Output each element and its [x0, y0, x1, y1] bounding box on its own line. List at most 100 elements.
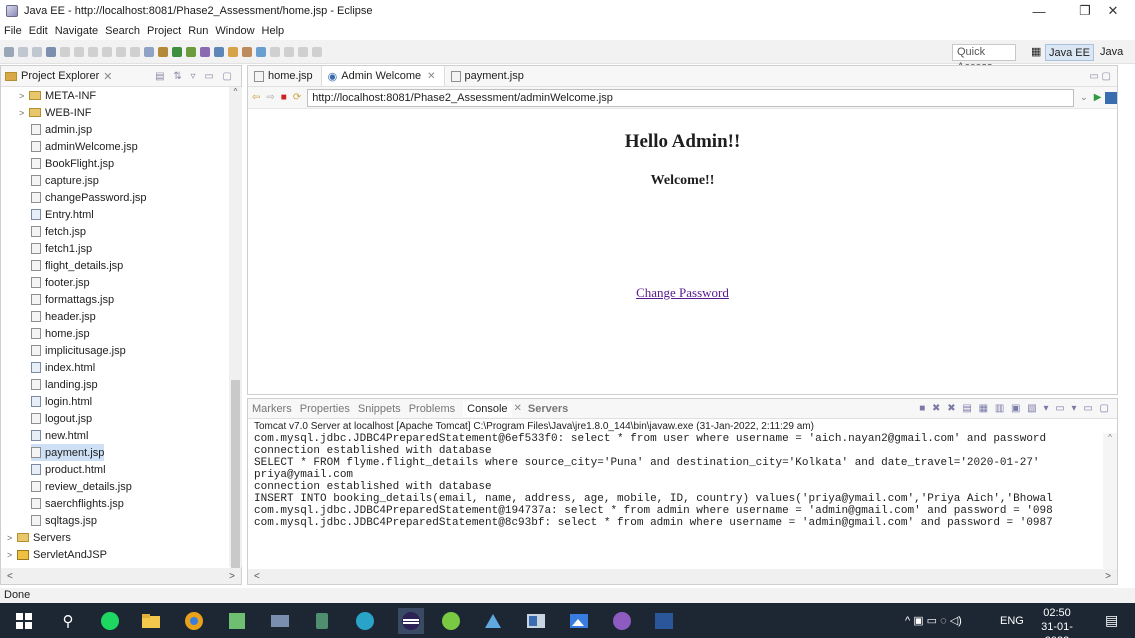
eclipse-taskbar-icon[interactable]	[398, 608, 424, 634]
tree-item[interactable]: index.html	[31, 359, 95, 376]
run-external-icon[interactable]	[186, 46, 196, 57]
open-perspective-icon[interactable]: ▦	[1028, 44, 1044, 61]
scroll-left-icon[interactable]: <	[7, 571, 13, 582]
expand-arrow-icon[interactable]: >	[7, 567, 17, 568]
system-clock[interactable]: 02:50 31-01-2022	[1030, 606, 1084, 638]
tree-item[interactable]: new.html	[31, 427, 88, 444]
tab-properties[interactable]: Properties	[300, 403, 350, 415]
new-class-icon[interactable]	[214, 46, 224, 57]
scroll-left-icon[interactable]: <	[254, 571, 260, 582]
tree-item[interactable]: > META-INF	[19, 87, 96, 104]
windows-start-icon[interactable]	[14, 611, 34, 631]
menu-help[interactable]: Help	[262, 25, 285, 37]
console-output[interactable]: com.mysql.jdbc.JDBC4PreparedStatement@6e…	[248, 433, 1103, 569]
menu-project[interactable]: Project	[147, 25, 181, 37]
explorer-scroll-thumb[interactable]	[231, 380, 240, 568]
new-icon[interactable]	[4, 46, 14, 57]
tree-item[interactable]: changePassword.jsp	[31, 189, 147, 206]
tab-console[interactable]: Console	[463, 400, 512, 417]
console-horizontal-scrollbar[interactable]: < >	[248, 569, 1117, 584]
tree-item[interactable]: Entry.html	[31, 206, 94, 223]
console-toolbar[interactable]: ■ ✖ ✖ ▤ ▦ ▥ ▣ ▧ ▾ ▭ ▾ ▭ ▢	[919, 403, 1117, 414]
prev-annotation-icon[interactable]	[284, 46, 294, 57]
tab-problems[interactable]: Problems	[409, 403, 455, 415]
chrome-icon[interactable]	[184, 611, 204, 631]
menu-search[interactable]: Search	[105, 25, 140, 37]
tree-item[interactable]: saerchflights.jsp	[31, 495, 124, 512]
tree-item[interactable]: review_details.jsp	[31, 478, 132, 495]
tree-item[interactable]: BookFlight.jsp	[31, 155, 114, 172]
project-explorer-tab[interactable]: Project Explorer ✕ ▤ ⇅ ▿ ▭ ▢	[1, 66, 241, 87]
go-icon[interactable]: ▶	[1094, 92, 1102, 103]
perspective-java-ee[interactable]: Java EE	[1045, 44, 1094, 61]
annotation-icon[interactable]	[270, 46, 280, 57]
server-icon[interactable]	[200, 46, 210, 57]
run-icon[interactable]	[172, 46, 182, 57]
breakpoint-icon[interactable]	[130, 46, 140, 57]
print-icon[interactable]	[46, 46, 56, 57]
tree-item[interactable]: login.html	[31, 393, 92, 410]
tree-item[interactable]: logout.jsp	[31, 410, 92, 427]
close-tab-icon[interactable]: ✕	[427, 71, 435, 82]
tab-payment-jsp[interactable]: payment.jsp	[445, 66, 532, 86]
expand-arrow-icon[interactable]: >	[7, 550, 17, 560]
tree-item[interactable]: > Servers	[7, 529, 71, 546]
github-icon[interactable]	[612, 611, 632, 631]
scroll-right-icon[interactable]: >	[229, 571, 235, 582]
tree-item[interactable]: > ServletAndJSP	[7, 546, 107, 563]
tab-markers[interactable]: Markers	[252, 403, 292, 415]
scroll-up-icon[interactable]: ^	[229, 87, 242, 96]
tree-item[interactable]: admin.jsp	[31, 121, 92, 138]
cut-icon[interactable]	[60, 46, 70, 57]
wizard-icon[interactable]	[144, 46, 154, 57]
tab-snippets[interactable]: Snippets	[358, 403, 401, 415]
menu-window[interactable]: Window	[215, 25, 254, 37]
input-language[interactable]: ENG	[1000, 603, 1024, 638]
explorer-vertical-scrollbar[interactable]: ^	[229, 87, 242, 568]
save-icon[interactable]	[18, 46, 28, 57]
explorer-view-controls[interactable]: ▤ ⇅ ▿ ▭ ▢	[155, 71, 241, 82]
tree-item[interactable]: > ServletConcept	[7, 563, 108, 567]
search-icon[interactable]: ⚲	[58, 611, 78, 631]
tree-item[interactable]: product.html	[31, 461, 106, 478]
file-explorer-icon[interactable]	[141, 611, 161, 631]
tree-item[interactable]: formattags.jsp	[31, 291, 114, 308]
scroll-right-icon[interactable]: >	[1105, 571, 1111, 582]
tree-item[interactable]: sqltags.jsp	[31, 512, 97, 529]
stop-icon[interactable]: ■	[281, 92, 287, 103]
edge-icon[interactable]	[355, 611, 375, 631]
expand-arrow-icon[interactable]: >	[7, 533, 17, 543]
app-window-icon[interactable]	[526, 611, 546, 631]
change-password-link[interactable]: Change Password	[248, 285, 1117, 301]
redo-icon[interactable]	[88, 46, 98, 57]
tree-item[interactable]: home.jsp	[31, 325, 90, 342]
tree-item[interactable]: payment.jsp	[31, 444, 105, 461]
tree-item[interactable]: header.jsp	[31, 308, 96, 325]
menu-edit[interactable]: Edit	[29, 25, 48, 37]
tree-item[interactable]: fetch1.jsp	[31, 240, 92, 257]
nav-icon[interactable]	[116, 46, 126, 57]
app-green-icon[interactable]	[312, 611, 332, 631]
open-type-icon[interactable]	[228, 46, 238, 57]
photos-icon[interactable]	[569, 611, 589, 631]
tab-home-jsp[interactable]: home.jsp	[248, 66, 321, 86]
search-file-icon[interactable]	[256, 46, 266, 57]
url-dropdown-icon[interactable]: ⌄	[1080, 92, 1088, 103]
open-task-icon[interactable]	[242, 46, 252, 57]
tree-item[interactable]: fetch.jsp	[31, 223, 86, 240]
search-icon[interactable]	[102, 46, 112, 57]
debug-icon[interactable]	[158, 46, 168, 57]
tree-item[interactable]: capture.jsp	[31, 172, 99, 189]
tray-icons[interactable]: ^ ▣ ▭ ◌ ◁)	[905, 603, 962, 638]
url-input[interactable]: http://localhost:8081/Phase2_Assessment/…	[307, 88, 1075, 107]
editor-view-controls[interactable]: ▭ ▢	[1089, 66, 1117, 86]
save-all-icon[interactable]	[32, 46, 42, 57]
minimize-button[interactable]: —	[1017, 0, 1061, 22]
app-pen-icon[interactable]	[483, 611, 503, 631]
menu-navigate[interactable]: Navigate	[55, 25, 98, 37]
tree-item[interactable]: adminWelcome.jsp	[31, 138, 138, 155]
tree-item[interactable]: > WEB-INF	[19, 104, 91, 121]
perspective-java[interactable]: Java	[1097, 44, 1126, 61]
back-icon[interactable]	[298, 46, 308, 57]
quick-access-field[interactable]: Quick Access	[952, 44, 1016, 73]
